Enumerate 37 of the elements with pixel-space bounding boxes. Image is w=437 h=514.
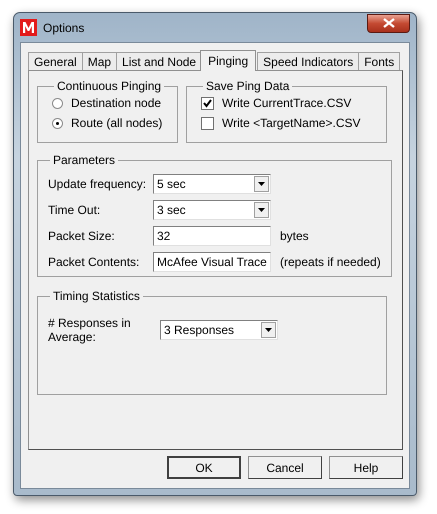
group-title: Continuous Pinging	[56, 79, 162, 93]
input-field[interactable]: McAfee Visual Trace	[153, 252, 271, 272]
unit-label: bytes	[280, 229, 309, 243]
dropdown[interactable]: 3 Responses	[160, 320, 278, 340]
tab[interactable]: Fonts	[358, 52, 400, 70]
tab[interactable]: General	[28, 52, 83, 70]
tab[interactable]: Speed Indicators	[257, 52, 360, 70]
checkbox[interactable]	[201, 116, 214, 130]
dropdown[interactable]: 5 sec	[153, 174, 271, 194]
radio-label: Route (all nodes)	[71, 116, 162, 130]
group-title: Timing Statistics	[52, 289, 141, 303]
input-field[interactable]: 32	[153, 226, 271, 246]
field-label: Time Out:	[48, 203, 102, 217]
group-title: Save Ping Data	[205, 79, 290, 93]
unit-label: (repeats if needed)	[280, 255, 381, 269]
checkbox-label: Write CurrentTrace.CSV	[222, 96, 352, 110]
radio-button[interactable]	[52, 98, 63, 108]
radio-button[interactable]	[52, 118, 63, 128]
dialog-button[interactable]: Help	[329, 456, 403, 479]
radio-label: Destination node	[71, 96, 162, 110]
checkbox[interactable]	[201, 96, 214, 110]
dropdown[interactable]: 3 sec	[153, 200, 271, 220]
close-icon	[382, 18, 394, 28]
field-label: # Responses in Average:	[48, 316, 132, 344]
window-title: Options	[43, 20, 86, 34]
checkbox-label: Write <TargetName>.CSV	[222, 116, 360, 130]
app-logo-icon	[20, 19, 37, 36]
tab[interactable]: Pinging	[200, 50, 256, 71]
tab[interactable]: Map	[82, 52, 118, 70]
field-label: Update frequency:	[48, 177, 148, 191]
close-button[interactable]	[367, 14, 410, 32]
group-title: Parameters	[52, 153, 116, 167]
field-label: Packet Size:	[48, 229, 116, 243]
dialog-button[interactable]: OK	[167, 456, 241, 479]
field-label: Packet Contents:	[48, 255, 140, 269]
tab[interactable]: List and Node	[116, 52, 202, 70]
dialog-button[interactable]: Cancel	[248, 456, 322, 479]
